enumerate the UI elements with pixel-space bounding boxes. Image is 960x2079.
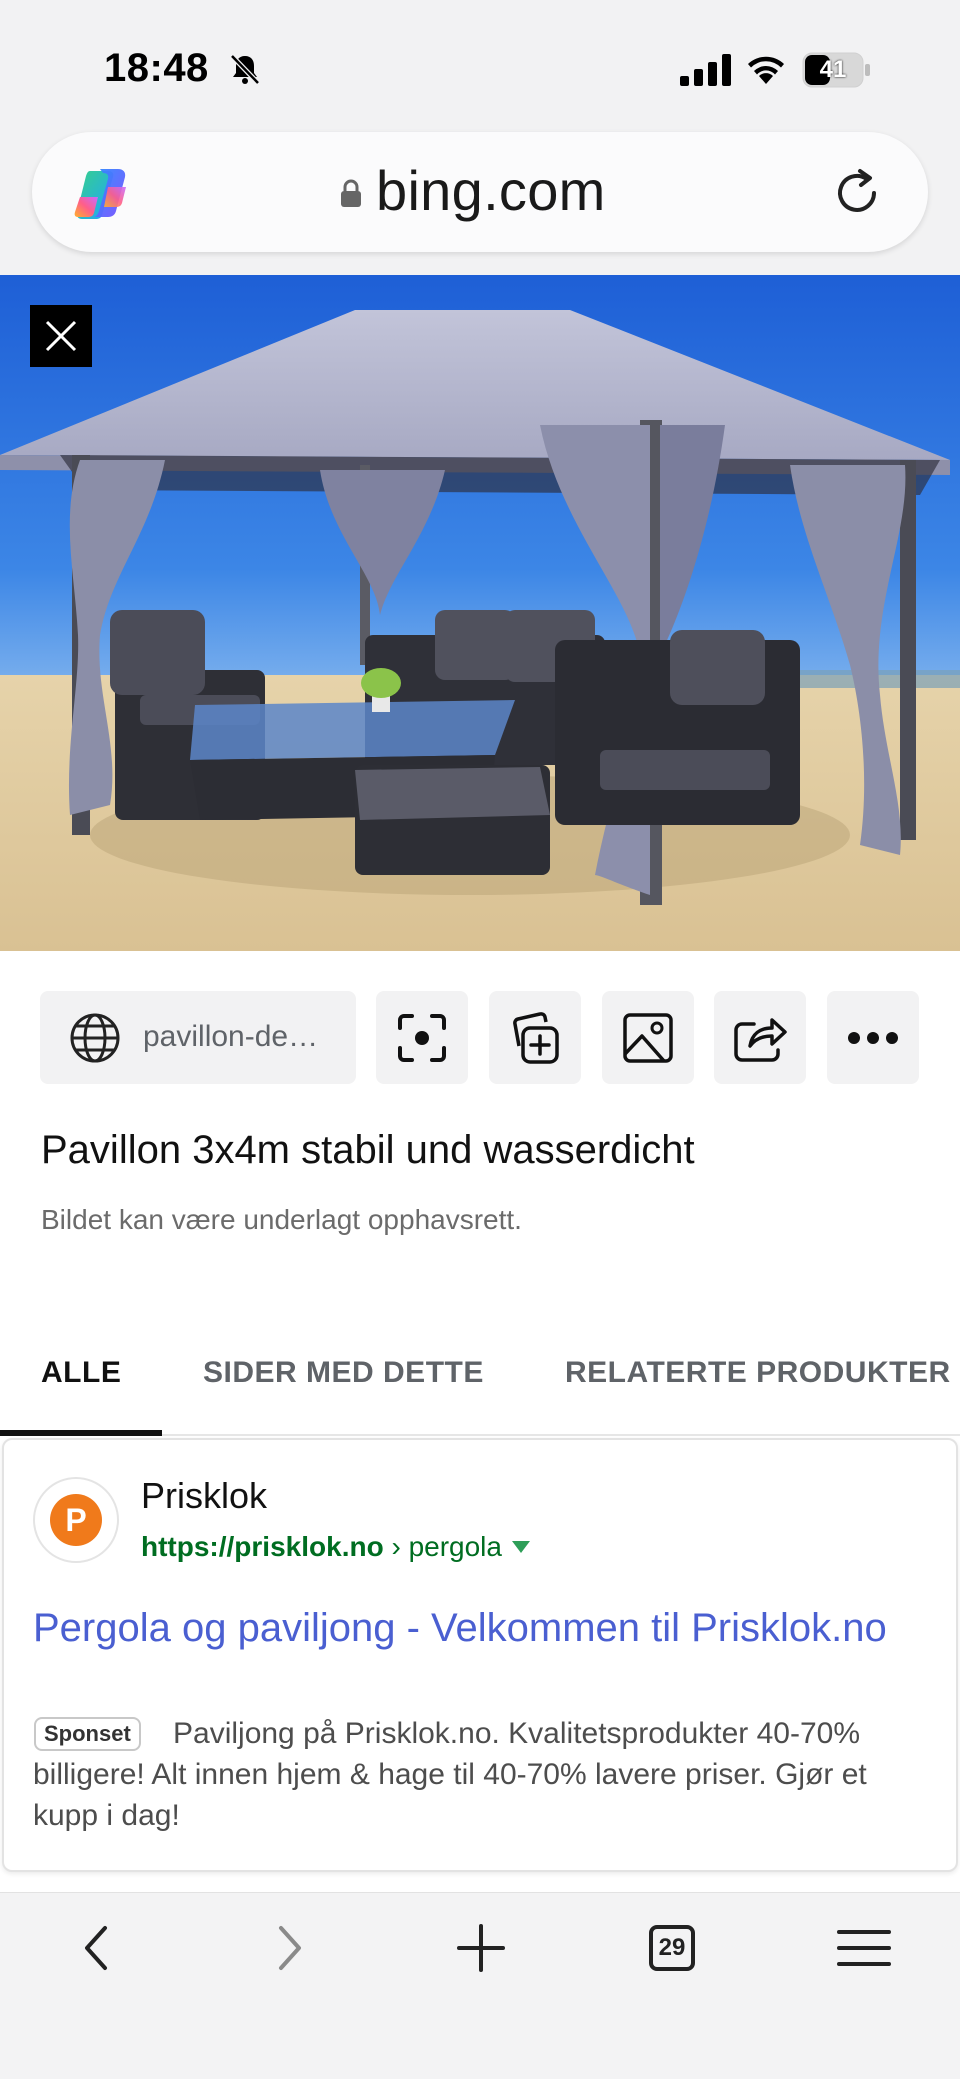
caret-down-icon[interactable] (511, 1540, 530, 1553)
site-url-domain: https://prisklok.no (141, 1531, 384, 1562)
plus-icon (457, 1924, 505, 1972)
hamburger-menu-icon (837, 1930, 891, 1966)
copilot-icon[interactable] (72, 167, 130, 219)
close-icon (45, 320, 77, 352)
result-title-link[interactable]: Pergola og paviljong - Velkommen til Pri… (33, 1602, 913, 1654)
image-icon (623, 1012, 673, 1063)
tab-related-products[interactable]: RELATERTE PRODUKTER (565, 1356, 951, 1390)
visual-search-button[interactable] (376, 991, 468, 1084)
cellular-signal-icon (680, 54, 731, 86)
battery-level: 41 (819, 56, 847, 83)
active-tab-indicator (0, 1430, 162, 1436)
site-url-path: › pergola (383, 1531, 502, 1562)
menu-button[interactable] (824, 1918, 904, 1978)
site-name[interactable]: Prisklok (141, 1475, 267, 1517)
result-snippet: Paviljong på Prisklok.no. Kvalitetsprodu… (33, 1717, 867, 1832)
battery-indicator: 41 (802, 52, 872, 88)
image-title: Pavillon 3x4m stabil und wasserdicht (41, 1128, 695, 1172)
sponsored-badge: Sponset (34, 1717, 141, 1751)
new-tab-button[interactable] (441, 1918, 521, 1978)
tab-count: 29 (658, 1934, 686, 1961)
bell-muted-icon (230, 54, 260, 85)
tab-all[interactable]: ALLE (41, 1356, 121, 1390)
back-button[interactable] (56, 1918, 136, 1978)
tabs-button[interactable]: 29 (632, 1918, 712, 1978)
share-button[interactable] (714, 991, 806, 1084)
url-text[interactable]: bing.com (376, 158, 606, 223)
site-favicon: P (33, 1477, 119, 1563)
more-icon (848, 1031, 898, 1044)
preview-image[interactable] (0, 275, 960, 951)
add-to-collection-icon (513, 1011, 559, 1064)
visual-search-icon (398, 1013, 446, 1062)
wifi-icon (748, 56, 784, 84)
view-image-button[interactable] (602, 991, 694, 1084)
source-domain: pavillon-de… (143, 1020, 319, 1053)
tab-count-icon: 29 (649, 1925, 695, 1971)
site-url[interactable]: https://prisklok.no › pergola (141, 1531, 530, 1563)
share-icon (734, 1017, 787, 1062)
close-button[interactable] (30, 305, 92, 367)
more-options-button[interactable] (827, 991, 919, 1084)
status-time: 18:48 (104, 46, 209, 90)
chevron-left-icon (85, 1926, 107, 1970)
tab-pages-with-this[interactable]: SIDER MED DETTE (203, 1356, 484, 1390)
add-to-collection-button[interactable] (489, 991, 581, 1084)
copyright-notice: Bildet kan være underlagt opphavsrett. (41, 1204, 522, 1235)
globe-icon (70, 1013, 120, 1063)
chevron-right-icon (279, 1926, 301, 1970)
forward-button[interactable] (250, 1918, 330, 1978)
favicon-letter: P (50, 1494, 102, 1546)
lock-icon (341, 179, 361, 207)
gazebo-photo (0, 275, 960, 951)
reload-icon[interactable] (830, 166, 884, 220)
